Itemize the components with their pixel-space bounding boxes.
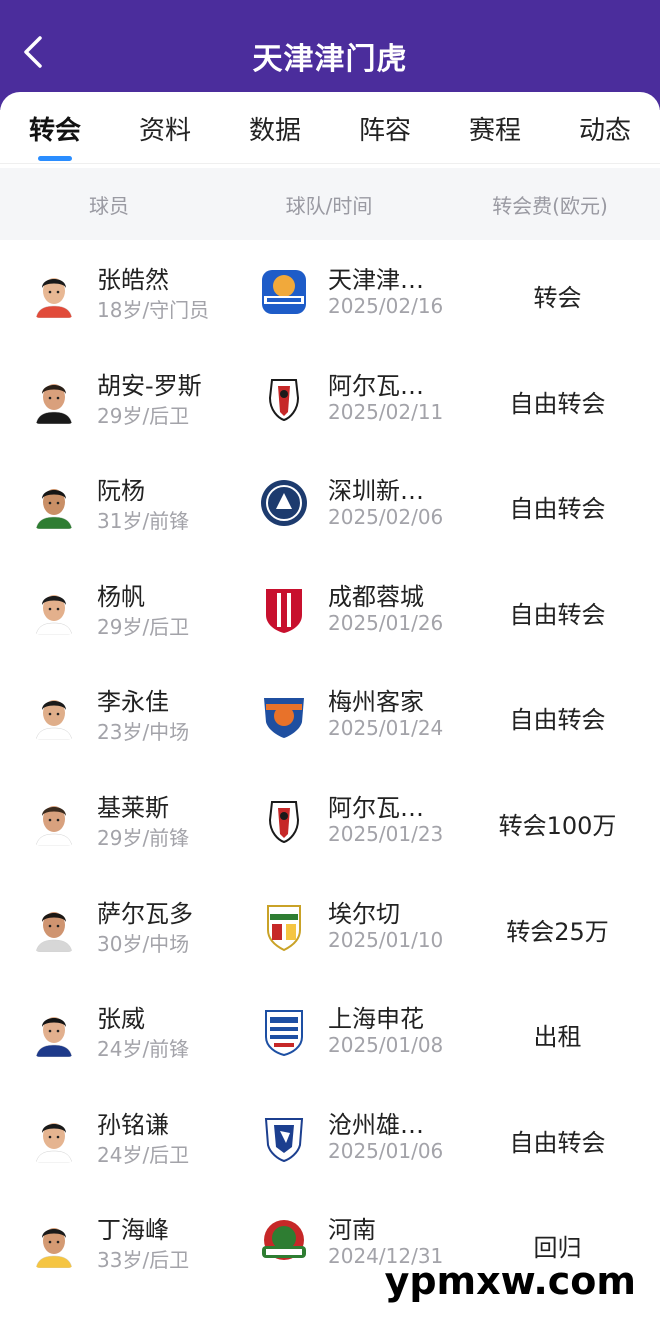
player-name: 张威 — [97, 1005, 145, 1034]
player-age-position: 29岁/后卫 — [97, 614, 190, 639]
meizhou-hakka-logo — [258, 688, 310, 740]
team-name: 河南 — [328, 1216, 376, 1245]
transfer-row[interactable]: 李永佳 23岁/中场 梅州客家 2025/01/24 自由转会 — [0, 662, 660, 768]
transfer-fee: 自由转会 — [509, 706, 606, 735]
transfer-date: 2025/01/26 — [328, 610, 444, 635]
transfer-date: 2025/01/23 — [328, 821, 444, 846]
team-name: 成都蓉城 — [328, 582, 424, 611]
transfer-date: 2025/01/10 — [328, 927, 444, 952]
tab-stats[interactable]: 数据 — [225, 110, 325, 147]
tab-label: 转会 — [28, 116, 81, 146]
transfer-date: 2025/01/24 — [328, 716, 444, 741]
player-age-position: 29岁/后卫 — [97, 403, 190, 428]
player-avatar — [34, 690, 74, 741]
transfer-row[interactable]: 张皓然 18岁/守门员 天津津… 2025/02/16 转会 — [0, 240, 660, 346]
player-avatar — [34, 901, 74, 952]
player-age-position: 31岁/前锋 — [97, 509, 190, 534]
shenzhen-peng-city-logo — [258, 477, 310, 529]
player-name: 丁海峰 — [97, 1216, 169, 1245]
player-avatar — [34, 268, 74, 318]
cangzhou-lions-logo — [258, 1111, 310, 1163]
player-avatar — [34, 373, 74, 424]
player-name: 张皓然 — [97, 266, 169, 294]
transfer-fee: 出租 — [533, 1023, 582, 1052]
tab-label: 资料 — [138, 116, 191, 146]
team-name: 深圳新… — [328, 477, 424, 506]
player-age-position: 30岁/中场 — [97, 931, 190, 956]
team-name: 上海申花 — [328, 1005, 424, 1034]
transfer-fee: 自由转会 — [509, 1128, 606, 1157]
tianjin-tiger-logo — [258, 266, 310, 318]
page-title: 天津津门虎 — [252, 42, 408, 77]
henan-logo — [258, 1216, 310, 1268]
player-age-position: 24岁/前锋 — [97, 1037, 190, 1062]
tab-label: 赛程 — [468, 116, 521, 146]
team-name: 埃尔切 — [328, 899, 400, 928]
transfer-fee: 自由转会 — [509, 389, 606, 418]
column-team-time: 球队/时间 — [285, 193, 373, 218]
elche-logo — [258, 900, 310, 952]
transfer-date: 2025/01/06 — [328, 1138, 444, 1163]
player-name: 杨帆 — [97, 582, 145, 611]
tab-label: 动态 — [578, 116, 631, 146]
tab-label: 数据 — [248, 116, 301, 146]
transfer-date: 2025/02/11 — [328, 399, 444, 424]
transfer-fee: 自由转会 — [509, 495, 606, 524]
transfer-fee: 转会100万 — [498, 811, 617, 840]
tab-label: 阵容 — [358, 116, 411, 146]
player-avatar — [34, 584, 74, 635]
tab-news[interactable]: 动态 — [555, 110, 655, 147]
player-age-position: 18岁/守门员 — [97, 298, 210, 322]
chengdu-rongcheng-logo — [258, 583, 310, 635]
team-name: 阿尔瓦… — [328, 793, 424, 822]
player-name: 基莱斯 — [97, 793, 169, 822]
shanghai-shenhua-logo — [258, 1005, 310, 1057]
team-name: 沧州雄… — [328, 1110, 424, 1139]
column-player: 球员 — [89, 193, 129, 218]
transfer-row[interactable]: 基莱斯 29岁/前锋 阿尔瓦… 2025/01/23 转会100万 — [0, 768, 660, 874]
tab-squad[interactable]: 阵容 — [335, 110, 435, 147]
tab-transfers[interactable]: 转会 — [5, 110, 105, 161]
player-avatar — [34, 795, 74, 846]
column-fee: 转会费(欧元) — [492, 193, 608, 218]
player-age-position: 29岁/前锋 — [97, 825, 190, 850]
transfer-fee: 转会25万 — [506, 917, 609, 946]
player-age-position: 24岁/后卫 — [97, 1142, 190, 1167]
player-name: 胡安-罗斯 — [97, 371, 202, 400]
transfer-row[interactable]: 张威 24岁/前锋 上海申花 2025/01/08 出租 — [0, 979, 660, 1085]
player-name: 阮杨 — [97, 477, 145, 506]
transfer-row[interactable]: 胡安-罗斯 29岁/后卫 阿尔瓦… 2025/02/11 自由转会 — [0, 346, 660, 452]
transfer-row[interactable]: 阮杨 31岁/前锋 深圳新… 2025/02/06 自由转会 — [0, 451, 660, 557]
player-avatar — [34, 1007, 74, 1058]
albacete-logo — [258, 372, 310, 424]
player-avatar — [34, 1112, 74, 1163]
player-avatar — [34, 1218, 74, 1269]
watermark-text: ypmxw.com — [384, 1259, 636, 1303]
column-header: 球员 球队/时间 转会费(欧元) — [0, 168, 660, 240]
tab-schedule[interactable]: 赛程 — [445, 110, 545, 147]
player-age-position: 23岁/中场 — [97, 720, 190, 745]
transfer-date: 2025/02/16 — [328, 294, 444, 318]
player-avatar — [34, 479, 74, 530]
team-name: 梅州客家 — [328, 688, 424, 717]
transfer-row[interactable]: 孙铭谦 24岁/后卫 沧州雄… 2025/01/06 自由转会 — [0, 1085, 660, 1191]
transfer-date: 2025/01/08 — [328, 1033, 444, 1058]
tab-profile[interactable]: 资料 — [115, 110, 215, 147]
albacete-logo — [258, 794, 310, 846]
player-name: 萨尔瓦多 — [97, 899, 193, 928]
transfer-list: 张皓然 18岁/守门员 天津津… 2025/02/16 转会 胡安-罗斯 29岁/后卫 阿尔瓦… — [0, 240, 660, 1296]
transfer-row[interactable]: 杨帆 29岁/后卫 成都蓉城 2025/01/26 自由转会 — [0, 557, 660, 663]
active-tab-indicator — [38, 156, 72, 161]
player-age-position: 33岁/后卫 — [97, 1248, 190, 1273]
transfer-fee: 自由转会 — [509, 600, 606, 629]
player-name: 李永佳 — [97, 688, 169, 717]
player-name: 孙铭谦 — [97, 1110, 169, 1139]
team-name: 阿尔瓦… — [328, 371, 424, 400]
tab-bar: 转会 资料 数据 阵容 赛程 动态 — [0, 92, 660, 164]
team-name: 天津津… — [328, 266, 424, 294]
transfer-date: 2025/02/06 — [328, 505, 444, 530]
transfer-row[interactable]: 萨尔瓦多 30岁/中场 埃尔切 2025/01/10 转会25万 — [0, 874, 660, 980]
transfer-fee: 转会 — [533, 284, 582, 312]
